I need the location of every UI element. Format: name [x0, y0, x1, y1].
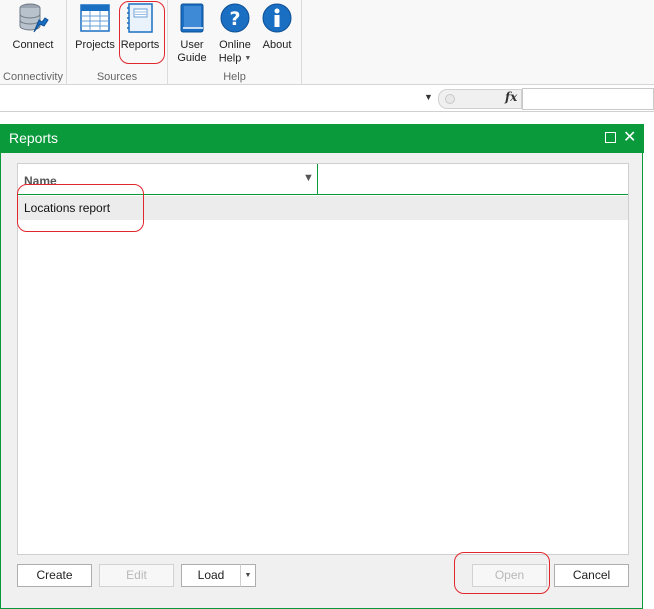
grid-header: Name ▼: [18, 164, 628, 195]
group-label-sources: Sources: [96, 71, 138, 83]
formula-input[interactable]: [522, 88, 654, 110]
ribbon-group-connectivity: Connect Connectivity: [0, 0, 67, 85]
projects-button[interactable]: Projects: [72, 2, 118, 66]
maximize-icon[interactable]: [605, 132, 616, 143]
user-guide-label-2: Guide: [177, 52, 207, 64]
table-icon: [80, 4, 110, 32]
notebook-icon: [127, 3, 153, 33]
chevron-down-icon: ▼: [244, 55, 252, 62]
about-button[interactable]: About: [258, 2, 296, 66]
cancel-button[interactable]: Cancel: [554, 564, 629, 587]
online-help-button[interactable]: ? Online Help ▼: [212, 2, 258, 66]
projects-label: Projects: [75, 39, 115, 51]
reports-panel-header: Reports ✕: [1, 124, 644, 153]
open-button[interactable]: Open: [472, 564, 547, 587]
grip-icon: [445, 94, 455, 104]
info-icon: [262, 3, 292, 33]
name-box-dropdown-icon[interactable]: ▼: [424, 92, 433, 102]
ribbon-group-help: User Guide ? Online Help ▼ About Help: [168, 0, 302, 85]
connect-button[interactable]: Connect: [6, 2, 60, 66]
reports-label: Reports: [120, 39, 160, 51]
group-label-connectivity: Connectivity: [3, 71, 63, 83]
svg-text:?: ?: [229, 8, 240, 30]
group-label-help: Help: [223, 71, 246, 83]
book-icon: [180, 3, 204, 33]
about-label: About: [262, 39, 292, 51]
reports-button[interactable]: Reports: [118, 2, 162, 66]
online-help-label: Online: [219, 39, 251, 51]
database-connect-icon: [19, 3, 49, 33]
load-dropdown-icon[interactable]: ▼: [240, 564, 256, 587]
question-icon: ?: [220, 3, 250, 33]
table-row[interactable]: Locations report: [18, 196, 628, 220]
load-button[interactable]: Load: [181, 564, 241, 587]
create-button[interactable]: Create: [17, 564, 92, 587]
filter-icon[interactable]: ▼: [303, 172, 314, 184]
reports-panel: Reports ✕ Name ▼ Locations report Create…: [0, 124, 644, 609]
fx-icon[interactable]: fx: [505, 90, 517, 104]
formula-bar: ▼ fx: [0, 86, 654, 112]
panel-title: Reports: [9, 130, 59, 146]
close-icon[interactable]: ✕: [623, 127, 636, 147]
column-separator[interactable]: [317, 164, 318, 195]
edit-button[interactable]: Edit: [99, 564, 174, 587]
connect-label: Connect: [12, 39, 54, 51]
reports-grid: Name ▼ Locations report: [17, 163, 629, 555]
online-help-label-2-wrap: Help ▼: [212, 52, 258, 65]
row-name-cell[interactable]: Locations report: [24, 201, 110, 215]
column-header-name[interactable]: Name: [24, 174, 57, 188]
online-help-label-2: Help: [218, 52, 242, 65]
user-guide-label: User: [180, 39, 204, 51]
ribbon-group-sources: Projects Reports Sources: [67, 0, 168, 85]
user-guide-button[interactable]: User Guide: [174, 2, 210, 66]
ribbon: Connect Connectivity Projects Reports So…: [0, 0, 654, 85]
